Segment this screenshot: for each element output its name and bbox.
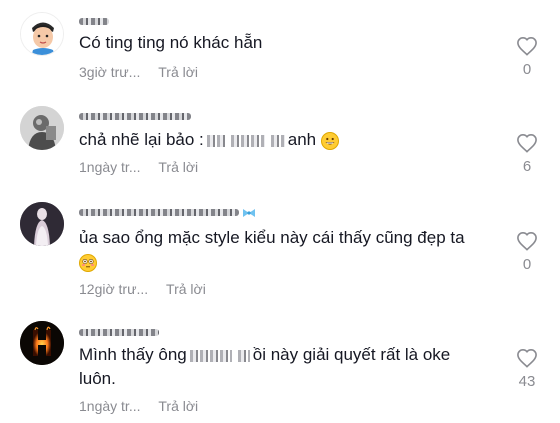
comment-time: 3giờ trư... (79, 64, 141, 80)
like-button[interactable]: 6 (512, 133, 542, 175)
comment-text-part: anh (287, 130, 317, 149)
heart-icon (517, 231, 537, 251)
like-button[interactable]: 0 (512, 231, 542, 273)
bow-ribbon-icon (242, 208, 256, 218)
heart-icon (517, 348, 537, 368)
username[interactable] (79, 15, 109, 27)
comment-text: Có ting ting nó khác hẵn (79, 33, 263, 52)
comment-text-part: chả nhẽ lại bảo : (79, 130, 204, 149)
comment-time: 12giờ trư... (79, 281, 149, 297)
heart-icon (517, 133, 537, 153)
reply-button[interactable]: Trả lời (158, 398, 198, 414)
comment-text-part: ồi này giải quyết rất là oke (252, 345, 451, 364)
avatar[interactable] (20, 202, 64, 246)
woman-photo-avatar-icon (20, 202, 64, 246)
username[interactable] (79, 206, 256, 218)
like-count: 43 (518, 373, 536, 390)
comment-meta: 12giờ trư... Trả lời (79, 281, 206, 297)
reply-button[interactable]: Trả lời (158, 64, 198, 80)
comment-time: 1ngày tr... (79, 159, 141, 175)
comment-meta: 1ngày tr... Trả lời (79, 398, 198, 414)
heart-icon (517, 36, 537, 56)
username[interactable] (79, 110, 191, 122)
comment-text-line2 (79, 250, 97, 274)
like-button[interactable]: 43 (512, 348, 542, 390)
comment-text: ủa sao ổng mặc style kiểu này cái thấy c… (79, 228, 465, 247)
username[interactable] (79, 326, 159, 338)
comment-text-line2: luôn. (79, 369, 116, 388)
grinning-face-emoji-icon (320, 131, 339, 150)
comment-text: chả nhẽ lại bảo : anh (79, 128, 339, 152)
fire-letter-h-avatar-icon (20, 321, 64, 365)
comment-meta: 3giờ trư... Trả lời (79, 64, 198, 80)
gray-photo-avatar-icon (20, 106, 64, 150)
comment-text-part: Mình thấy ông (79, 345, 187, 364)
reply-button[interactable]: Trả lời (166, 281, 206, 297)
avatar[interactable] (20, 106, 64, 150)
like-count: 6 (522, 158, 532, 175)
cartoon-boy-avatar-icon (21, 13, 63, 55)
like-button[interactable]: 0 (512, 36, 542, 78)
comment-meta: 1ngày tr... Trả lời (79, 159, 198, 175)
avatar[interactable] (20, 12, 64, 56)
avatar[interactable] (20, 321, 64, 365)
like-count: 0 (522, 61, 532, 78)
comment-text: Mình thấy ông ồi này giải quyết rất là ok… (79, 343, 450, 367)
reply-button[interactable]: Trả lời (158, 159, 198, 175)
comment-time: 1ngày tr... (79, 398, 141, 414)
flushed-face-emoji-icon (79, 253, 97, 272)
like-count: 0 (522, 256, 532, 273)
